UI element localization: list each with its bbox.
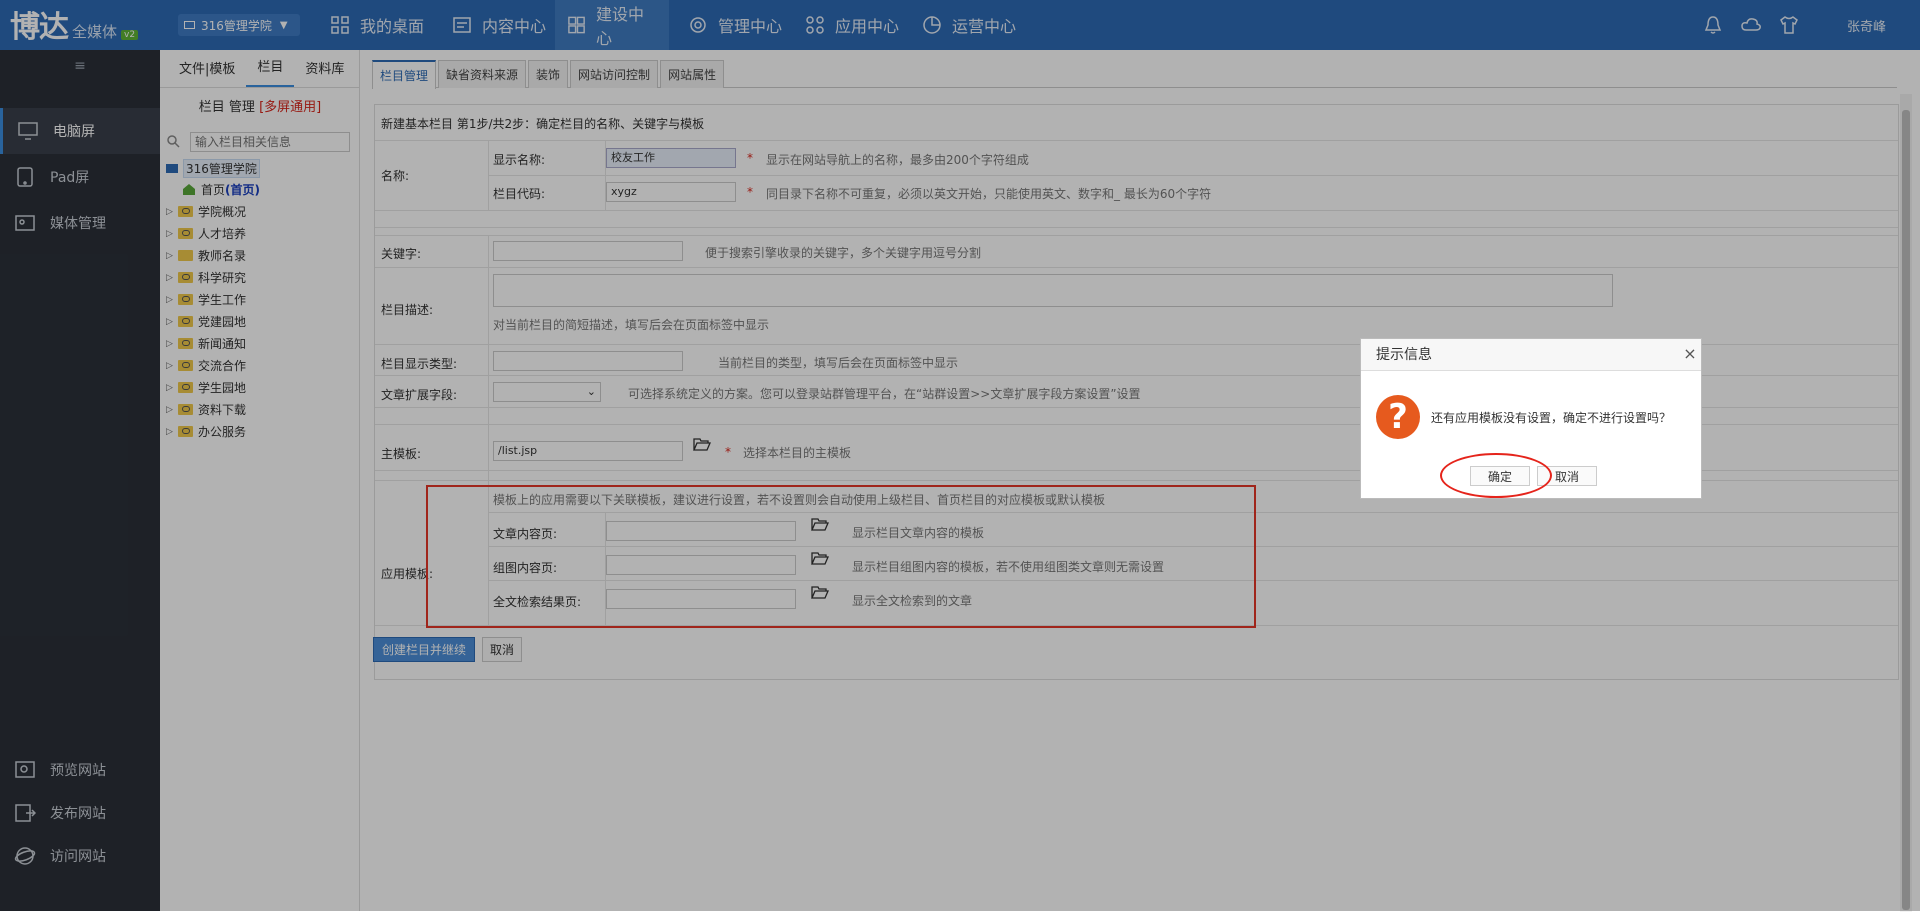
highlight-circle — [1440, 453, 1552, 498]
question-icon: ? — [1376, 395, 1420, 439]
dialog-title: 提示信息 — [1361, 339, 1701, 371]
close-icon[interactable]: × — [1681, 345, 1699, 363]
dialog-message: 还有应用模板没有设置，确定不进行设置吗？ — [1431, 411, 1672, 425]
